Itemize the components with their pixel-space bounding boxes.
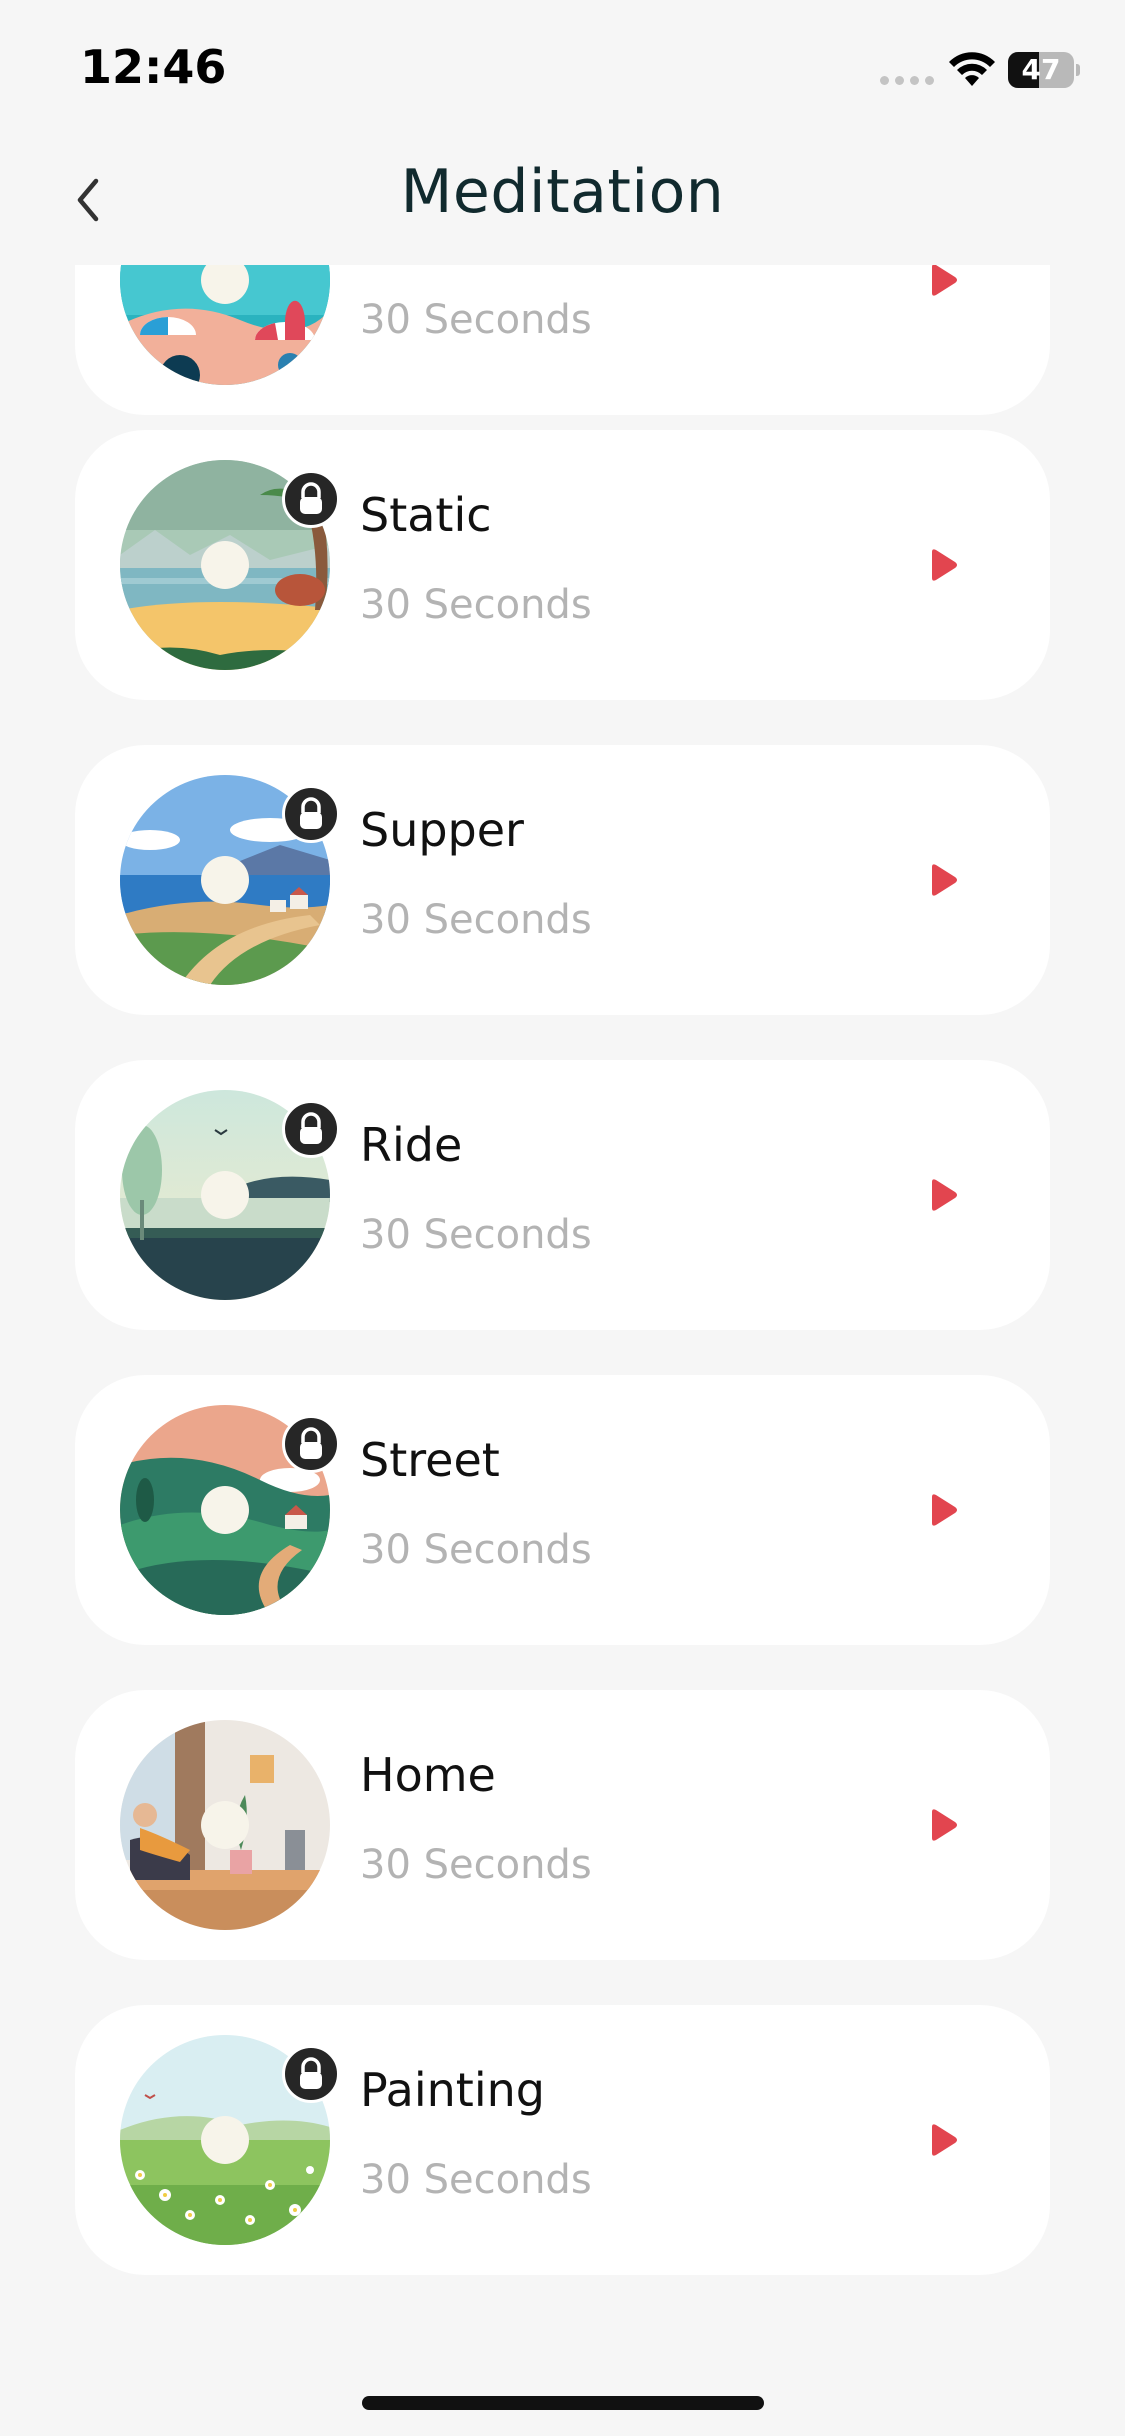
- card-duration: 30 Seconds: [360, 582, 592, 628]
- card-title: Street: [360, 1433, 500, 1487]
- play-icon[interactable]: [922, 860, 962, 900]
- lock-icon: [282, 470, 340, 528]
- card-title: Home: [360, 1748, 496, 1802]
- status-bar: 12:46 47: [0, 0, 1125, 135]
- lock-icon: [282, 1415, 340, 1473]
- status-time: 12:46: [80, 40, 227, 94]
- card-title: Ride: [360, 1118, 463, 1172]
- card-duration: 30 Seconds: [360, 1527, 592, 1573]
- lock-icon: [282, 785, 340, 843]
- lock-icon: [282, 2045, 340, 2103]
- page-title: Meditation: [400, 157, 725, 227]
- card-duration: 30 Seconds: [360, 1842, 592, 1888]
- battery-icon: 47: [1008, 52, 1080, 88]
- wifi-icon: [948, 50, 996, 88]
- meditation-card[interactable]: Painting 30 Seconds: [75, 2005, 1050, 2275]
- card-duration: 30 Seconds: [360, 1212, 592, 1258]
- meditation-card[interactable]: Ride 30 Seconds: [75, 1060, 1050, 1330]
- play-icon[interactable]: [922, 1175, 962, 1215]
- card-duration: 30 Seconds: [360, 897, 592, 943]
- play-icon[interactable]: [922, 265, 962, 300]
- meditation-card[interactable]: Street 30 Seconds: [75, 1375, 1050, 1645]
- play-icon[interactable]: [922, 1805, 962, 1845]
- card-title: Static: [360, 488, 492, 542]
- meditation-card[interactable]: Supper 30 Seconds: [75, 745, 1050, 1015]
- play-icon[interactable]: [922, 2120, 962, 2160]
- play-icon[interactable]: [922, 1490, 962, 1530]
- meditation-card[interactable]: 30 Seconds: [75, 265, 1050, 415]
- card-duration: 30 Seconds: [360, 2157, 592, 2203]
- room-thumbnail: [120, 1720, 330, 1930]
- beach-thumbnail: [120, 265, 330, 385]
- home-indicator[interactable]: [362, 2396, 764, 2410]
- card-duration: 30 Seconds: [360, 297, 592, 343]
- card-title: Supper: [360, 803, 524, 857]
- cellular-signal-icon: [880, 76, 934, 85]
- meditation-list[interactable]: 30 Seconds Static 30 Seconds Supper 30 S…: [0, 265, 1125, 2300]
- card-title: Painting: [360, 2063, 545, 2117]
- meditation-card[interactable]: Home 30 Seconds: [75, 1690, 1050, 1960]
- battery-percent: 47: [1021, 53, 1061, 86]
- nav-header: Meditation: [0, 135, 1125, 265]
- play-icon[interactable]: [922, 545, 962, 585]
- meditation-card[interactable]: Static 30 Seconds: [75, 430, 1050, 700]
- lock-icon: [282, 1100, 340, 1158]
